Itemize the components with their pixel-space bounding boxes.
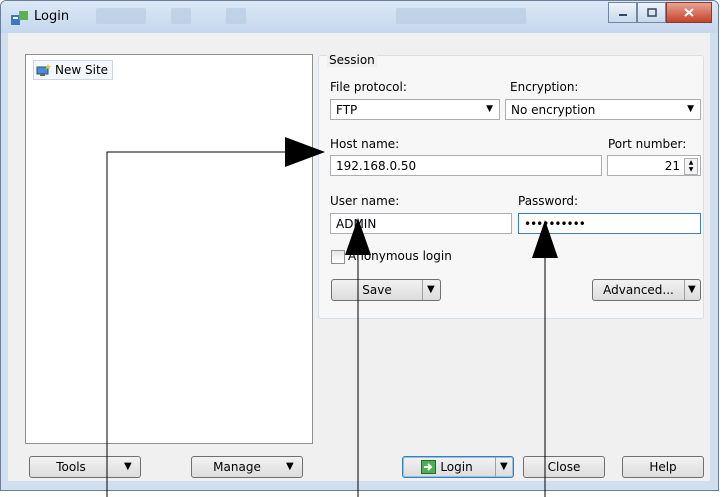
help-label: Help xyxy=(649,460,677,474)
chevron-down-icon: ▼ xyxy=(124,461,132,472)
login-label: Login xyxy=(440,460,473,474)
chevron-down-icon[interactable]: ▼ xyxy=(500,461,508,472)
list-item[interactable]: New Site xyxy=(33,60,114,80)
manage-button[interactable]: Manage ▼ xyxy=(191,456,303,478)
manage-label: Manage xyxy=(213,460,261,474)
port-number-input[interactable]: 21 ▲ ▼ xyxy=(607,155,701,176)
minimize-button[interactable] xyxy=(608,2,637,23)
titlebar-ghost-tab xyxy=(226,8,246,24)
login-icon xyxy=(421,460,437,474)
encryption-value: No encryption xyxy=(511,103,596,117)
advanced-button[interactable]: Advanced... ▼ xyxy=(592,279,701,301)
close-label: Close xyxy=(547,460,581,474)
session-group-label: Session xyxy=(327,53,377,67)
port-number-value: 21 xyxy=(664,159,680,173)
login-split-divider xyxy=(495,457,496,477)
anonymous-login-label: Anonymous login xyxy=(348,249,452,263)
minimize-icon xyxy=(618,13,627,16)
chevron-down-icon[interactable]: ▼ xyxy=(688,284,696,295)
password-label: Password: xyxy=(518,194,579,208)
host-name-label: Host name: xyxy=(330,137,400,151)
user-name-input[interactable]: ADMIN xyxy=(330,213,512,234)
save-button[interactable]: Save ▼ xyxy=(331,279,441,301)
login-window: Login New Site Session File protocol: FT… xyxy=(0,0,719,491)
titlebar-ghost-tab xyxy=(396,8,526,24)
login-button[interactable]: Login ▼ xyxy=(402,456,514,478)
chevron-down-icon: ▼ xyxy=(286,461,294,472)
save-label: Save xyxy=(362,283,392,297)
password-input[interactable]: •••••••••• xyxy=(518,213,701,234)
app-icon xyxy=(11,11,28,25)
file-protocol-value: FTP xyxy=(336,103,358,117)
dialog-body: New Site Session File protocol: FTP ▼ En… xyxy=(8,33,710,481)
file-protocol-select[interactable]: FTP ▼ xyxy=(330,99,500,120)
maximize-button[interactable] xyxy=(637,2,666,23)
close-window-button[interactable] xyxy=(666,2,712,23)
advanced-label: Advanced... xyxy=(603,283,674,297)
file-protocol-label: File protocol: xyxy=(330,80,407,94)
titlebar-ghost-tab xyxy=(171,8,191,24)
close-button[interactable]: Close xyxy=(523,456,605,478)
help-button[interactable]: Help xyxy=(622,456,704,478)
window-title: Login xyxy=(34,9,70,24)
title-bar[interactable]: Login xyxy=(1,1,718,33)
anonymous-login-checkbox[interactable] xyxy=(331,250,345,264)
chevron-down-icon: ▼ xyxy=(687,104,694,114)
tools-button[interactable]: Tools ▼ xyxy=(29,456,141,478)
titlebar-ghost-tab xyxy=(96,8,146,24)
save-split-divider xyxy=(422,280,423,300)
tools-label: Tools xyxy=(56,460,86,474)
site-list[interactable]: New Site xyxy=(25,54,313,444)
close-icon xyxy=(684,8,694,17)
user-name-label: User name: xyxy=(330,194,400,208)
advanced-split-divider xyxy=(684,280,685,300)
port-number-label: Port number: xyxy=(608,137,687,151)
host-name-input[interactable]: 192.168.0.50 xyxy=(330,155,602,176)
site-label: New Site xyxy=(55,63,109,77)
port-spinner[interactable]: ▲ ▼ xyxy=(684,158,698,175)
chevron-down-icon: ▼ xyxy=(486,104,493,114)
new-site-icon xyxy=(36,63,51,76)
encryption-select[interactable]: No encryption ▼ xyxy=(505,99,701,120)
encryption-label: Encryption: xyxy=(510,80,579,94)
maximize-icon xyxy=(646,8,657,17)
chevron-down-icon[interactable]: ▼ xyxy=(427,284,435,295)
